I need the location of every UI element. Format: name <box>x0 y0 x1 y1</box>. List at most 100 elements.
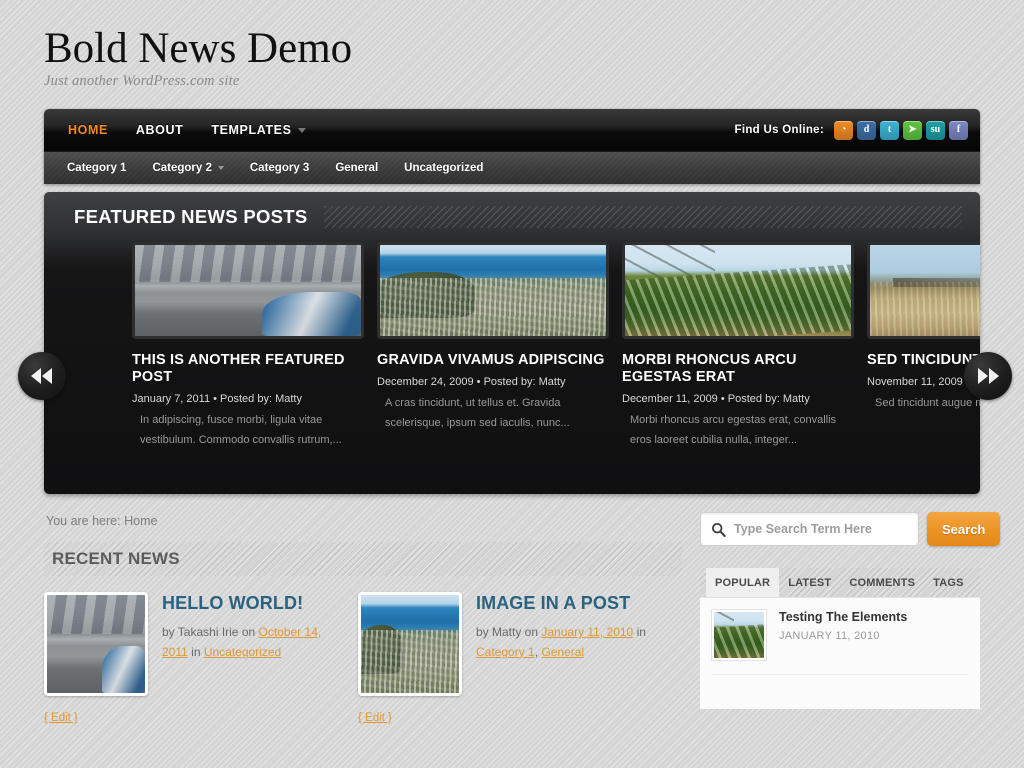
widget-item-title[interactable]: Testing The Elements <box>779 610 907 624</box>
nav-item-label: TEMPLATES <box>211 123 291 137</box>
post-meta: by Matty on January 11, 2010 in Category… <box>476 623 658 663</box>
post-edit-link[interactable]: { Edit } <box>44 712 344 724</box>
secondary-menu: Category 1Category 2Category 3 General Unc… <box>54 157 496 179</box>
tab-popular[interactable]: POPULAR <box>706 568 779 597</box>
secondary-navigation: Category 1Category 2Category 3 General Unc… <box>44 151 980 184</box>
facebook-icon[interactable]: f <box>949 121 968 140</box>
featured-slide-date: November 11, 2009 <box>867 376 963 388</box>
slider-prev-button[interactable] <box>18 352 66 400</box>
subnav-item-category-3[interactable]: Category 3 <box>237 157 322 179</box>
post-in-text: in <box>188 645 204 659</box>
subnav-item-label: General <box>335 162 378 174</box>
recent-news-header: RECENT NEWS <box>44 542 682 576</box>
featured-slide-excerpt: In adipiscing, fusce morbi, ligula vitae… <box>132 411 364 450</box>
meta-separator: • <box>474 376 484 388</box>
featured-slide-thumbnail[interactable] <box>867 242 980 339</box>
subnav-item-general[interactable]: General <box>322 157 391 179</box>
featured-slide[interactable]: MORBI RHONCUS ARCU EGESTAS ERAT December … <box>622 242 854 450</box>
nav-item-home[interactable]: HOME <box>54 117 122 143</box>
post-body: HELLO WORLD! by Takashi Irie on October 1… <box>162 592 344 696</box>
page-root: Bold News Demo Just another WordPress.co… <box>0 0 1024 768</box>
widget-thumbnail[interactable] <box>712 610 766 660</box>
nav-item-label: HOME <box>68 123 108 137</box>
featured-slide-title[interactable]: GRAVIDA VIVAMUS ADIPISCING <box>377 352 609 369</box>
featured-slide[interactable]: GRAVIDA VIVAMUS ADIPISCINGDecember 24, 2… <box>377 242 609 450</box>
featured-slide-date: December 11, 2009 <box>622 393 718 405</box>
stumbleupon-icon[interactable]: su <box>926 121 945 140</box>
sidebar-tabs-widget: POPULARLATESTCOMMENTSTAGS Testing The El… <box>700 568 980 709</box>
recent-post: HELLO WORLD! by Takashi Irie on October 1… <box>44 592 344 724</box>
post-author-line: by Takashi Irie on <box>162 625 259 639</box>
breadcrumb-prefix: You are here: <box>46 514 121 528</box>
chevron-down-icon <box>218 166 224 170</box>
featured-slide[interactable]: THIS IS ANOTHER FEATURED POST January 7, … <box>132 242 364 450</box>
featured-slide-meta: December 11, 2009 • Posted by: Matty <box>622 393 854 405</box>
search-icon <box>711 522 726 537</box>
post-date-link[interactable]: January 11, 2010 <box>541 625 633 639</box>
featured-slide-thumbnail[interactable] <box>377 242 609 339</box>
digg-icon[interactable]: d <box>857 121 876 140</box>
primary-navigation: HOME ABOUT TEMPLATES Find Us Online: ◔dt➤s… <box>44 109 980 151</box>
featured-slide-excerpt: A cras tincidunt, ut tellus et. Gravida … <box>377 394 609 433</box>
coastal-city-aerial-photo <box>361 595 459 693</box>
featured-slide-meta: November 11, 2009 • Posted by: Matty <box>867 376 980 388</box>
post-meta: by Takashi Irie on October 14, 2011 in U… <box>162 623 344 663</box>
post-category-link[interactable]: Uncategorized <box>204 645 281 659</box>
post-thumbnail[interactable] <box>44 592 148 696</box>
post-row: HELLO WORLD! by Takashi Irie on October 1… <box>44 592 344 696</box>
twitter-icon[interactable]: t <box>880 121 899 140</box>
nav-item-about[interactable]: ABOUT <box>122 117 197 143</box>
featured-slide-author-prefix: Posted by: <box>728 393 780 405</box>
featured-slide-thumbnail[interactable] <box>622 242 854 339</box>
featured-slide-author-prefix: Posted by: <box>220 393 272 405</box>
rss-icon[interactable]: ◔ <box>834 121 853 140</box>
nav-item-label: ABOUT <box>136 123 183 137</box>
breadcrumb: You are here: Home <box>44 508 682 528</box>
featured-slide-author: Matty <box>539 376 566 388</box>
search-button[interactable]: Search <box>927 512 1000 546</box>
main-column: You are here: Home RECENT NEWS HELLO WOR… <box>44 508 682 724</box>
post-category-link-2[interactable]: General <box>541 645 584 659</box>
technorati-icon[interactable]: ➤ <box>903 121 922 140</box>
featured-slide[interactable]: SED TINCIDUNT ET NIBH November 11, 2009 •… <box>867 242 980 450</box>
featured-slide-meta: January 7, 2011 • Posted by: Matty <box>132 393 364 405</box>
search-form: Search <box>700 512 980 546</box>
featured-slide-thumbnail[interactable] <box>132 242 364 339</box>
featured-slide-title[interactable]: MORBI RHONCUS ARCU EGESTAS ERAT <box>622 352 854 386</box>
tab-tags[interactable]: TAGS <box>924 568 973 597</box>
site-header: Bold News Demo Just another WordPress.co… <box>0 0 1024 100</box>
search-field-wrapper[interactable] <box>700 512 919 546</box>
sidebar-tabs-header: POPULARLATESTCOMMENTSTAGS <box>700 568 980 597</box>
subnav-item-category-2[interactable]: Category 2 <box>139 157 236 179</box>
vineyard-rows-photo <box>625 245 851 336</box>
coastal-city-aerial-photo <box>380 245 606 336</box>
find-us-label: Find Us Online: <box>735 124 824 136</box>
navigation-wrapper: HOME ABOUT TEMPLATES Find Us Online: ◔dt➤s… <box>44 109 980 184</box>
subnav-item-uncategorized[interactable]: Uncategorized <box>391 157 496 179</box>
post-edit-link[interactable]: { Edit } <box>358 712 658 724</box>
social-icon-row: ◔dt➤suf <box>834 121 968 140</box>
post-title[interactable]: IMAGE IN A POST <box>476 594 658 614</box>
airport-tarmac-photo <box>47 595 145 693</box>
tab-comments[interactable]: COMMENTS <box>840 568 924 597</box>
tab-latest[interactable]: LATEST <box>779 568 840 597</box>
search-input[interactable] <box>734 522 908 536</box>
sidebar: Search POPULARLATESTCOMMENTSTAGS Testing… <box>700 508 980 724</box>
breadcrumb-current[interactable]: Home <box>124 514 157 528</box>
site-title[interactable]: Bold News Demo <box>44 26 1024 71</box>
featured-slide-title[interactable]: SED TINCIDUNT ET NIBH <box>867 352 980 369</box>
post-category-link[interactable]: Category 1 <box>476 645 535 659</box>
nav-item-templates[interactable]: TEMPLATES <box>197 117 319 143</box>
featured-news-slider: FEATURED NEWS POSTS THIS IS ANOTHER FEAT… <box>44 192 980 494</box>
next-arrow-icon <box>976 367 1000 385</box>
post-title[interactable]: HELLO WORLD! <box>162 594 344 614</box>
slider-next-button[interactable] <box>964 352 1012 400</box>
lower-content: You are here: Home RECENT NEWS HELLO WOR… <box>44 508 980 724</box>
widget-list-item[interactable]: Testing The ElementsJANUARY 11, 2010 <box>712 610 968 675</box>
featured-slide-title[interactable]: THIS IS ANOTHER FEATURED POST <box>132 352 364 386</box>
featured-slide-author-prefix: Posted by: <box>484 376 536 388</box>
post-thumbnail[interactable] <box>358 592 462 696</box>
featured-slider-title: FEATURED NEWS POSTS <box>74 206 322 228</box>
subnav-item-category-1[interactable]: Category 1 <box>54 157 139 179</box>
primary-menu: HOME ABOUT TEMPLATES <box>54 117 320 143</box>
